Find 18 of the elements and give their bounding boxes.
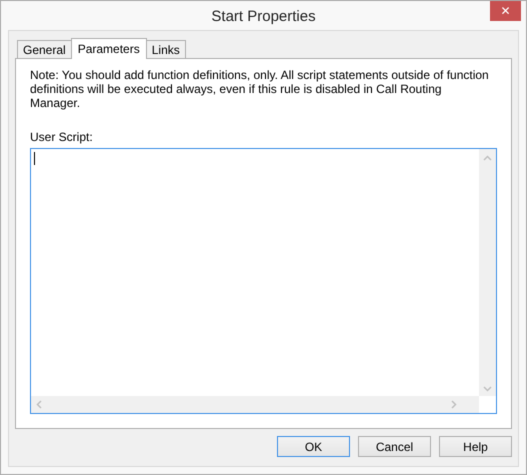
scroll-right-icon[interactable] [451, 400, 457, 409]
note-text: Note: You should add function definitions, only. All script statements outside of function definitions will be executed always, even if this rule is disabled in Call Routing Manager. [30, 68, 490, 110]
scroll-left-icon[interactable] [36, 400, 42, 409]
tab[interactable]: General [17, 40, 72, 58]
text-caret [34, 152, 35, 165]
script-field[interactable] [30, 148, 497, 414]
dialog-button[interactable]: Help [439, 436, 512, 457]
tab[interactable]: Links [146, 40, 186, 58]
field-label: User Script: [30, 130, 94, 144]
window-title: Start Properties [211, 8, 316, 25]
scroll-down-icon[interactable] [483, 386, 492, 392]
tab[interactable]: Parameters [70, 38, 147, 59]
scroll-up-icon[interactable] [483, 155, 492, 161]
dialog-button[interactable]: Cancel [358, 436, 431, 457]
dialog-button[interactable]: OK [277, 436, 350, 457]
horizontal-scrollbar[interactable] [31, 396, 479, 413]
vertical-scrollbar[interactable] [479, 149, 496, 396]
close-button[interactable]: ✕ [490, 1, 521, 21]
